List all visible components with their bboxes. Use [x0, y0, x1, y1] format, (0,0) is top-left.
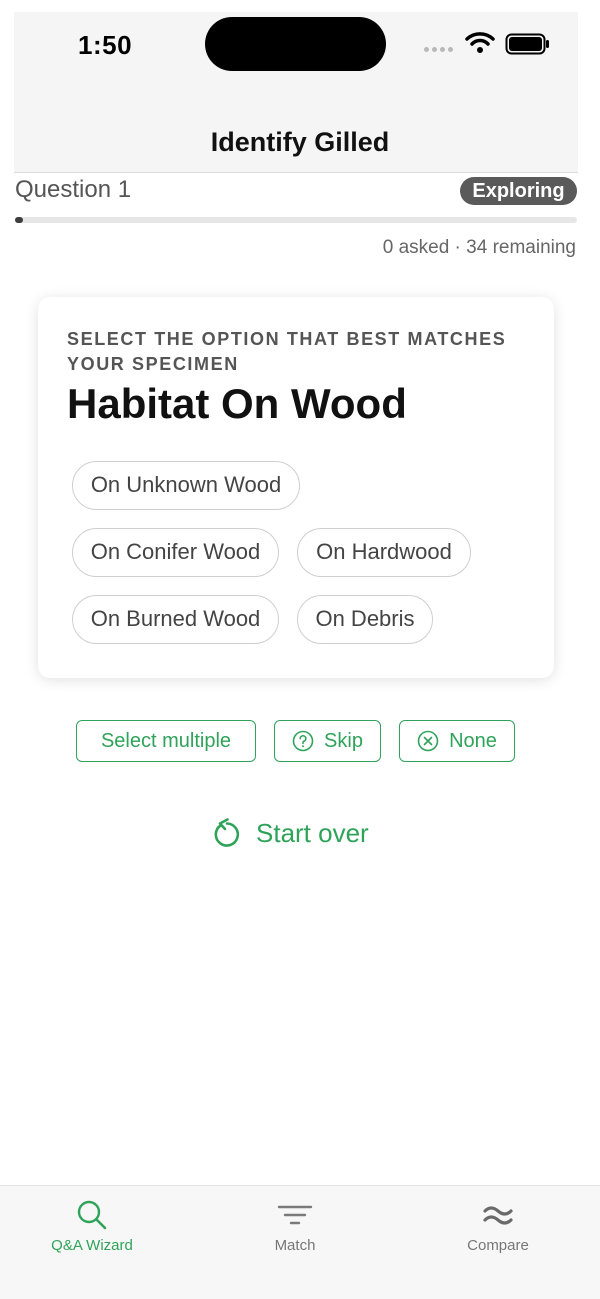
- question-instruction: SELECT THE OPTION THAT BEST MATCHES YOUR…: [67, 329, 507, 374]
- question-card: SELECT THE OPTION THAT BEST MATCHES YOUR…: [38, 297, 554, 678]
- option-chip[interactable]: On Unknown Wood: [72, 461, 300, 510]
- option-chip[interactable]: On Debris: [297, 595, 433, 644]
- filter-icon: [277, 1205, 313, 1225]
- tab-label: Q&A Wizard: [51, 1237, 133, 1254]
- start-over-label: Start over: [256, 817, 369, 848]
- tab-match[interactable]: Match: [195, 1186, 395, 1286]
- restart-icon: [214, 818, 240, 847]
- tab-qa-wizard[interactable]: Q&A Wizard: [0, 1186, 192, 1286]
- tab-label: Compare: [467, 1237, 529, 1254]
- none-label: None: [449, 729, 497, 752]
- option-chip[interactable]: On Burned Wood: [72, 595, 279, 644]
- question-counts: 0 asked · 34 remaining: [382, 237, 576, 258]
- tab-label: Match: [274, 1237, 316, 1254]
- cellular-signal-icon: [424, 47, 453, 52]
- question-circle-icon: [292, 730, 314, 752]
- wifi-icon: [465, 32, 495, 53]
- battery-icon: [505, 33, 549, 55]
- option-chip[interactable]: On Hardwood: [297, 528, 471, 577]
- question-title: Habitat On Wood: [67, 380, 407, 427]
- dynamic-island: [205, 17, 386, 71]
- progress-bar: [15, 217, 577, 223]
- select-multiple-button[interactable]: Select multiple: [76, 720, 256, 762]
- progress-bar-fill: [15, 217, 23, 223]
- x-circle-icon: [417, 730, 439, 752]
- nav-title: Identify Gilled: [210, 127, 390, 157]
- search-icon: [77, 1200, 107, 1230]
- none-button[interactable]: None: [399, 720, 515, 762]
- start-over-button[interactable]: Start over: [212, 815, 369, 851]
- status-time: 1:50: [78, 30, 133, 60]
- select-multiple-label: Select multiple: [100, 729, 232, 752]
- status-badge: Exploring: [460, 177, 577, 205]
- tab-compare[interactable]: Compare: [398, 1186, 598, 1286]
- skip-label: Skip: [324, 729, 363, 752]
- question-number: Question 1: [15, 176, 132, 203]
- skip-button[interactable]: Skip: [274, 720, 381, 762]
- option-chip[interactable]: On Conifer Wood: [72, 528, 279, 577]
- tab-bar: Q&A Wizard Match Compare: [0, 1185, 600, 1299]
- approx-icon: [483, 1206, 513, 1225]
